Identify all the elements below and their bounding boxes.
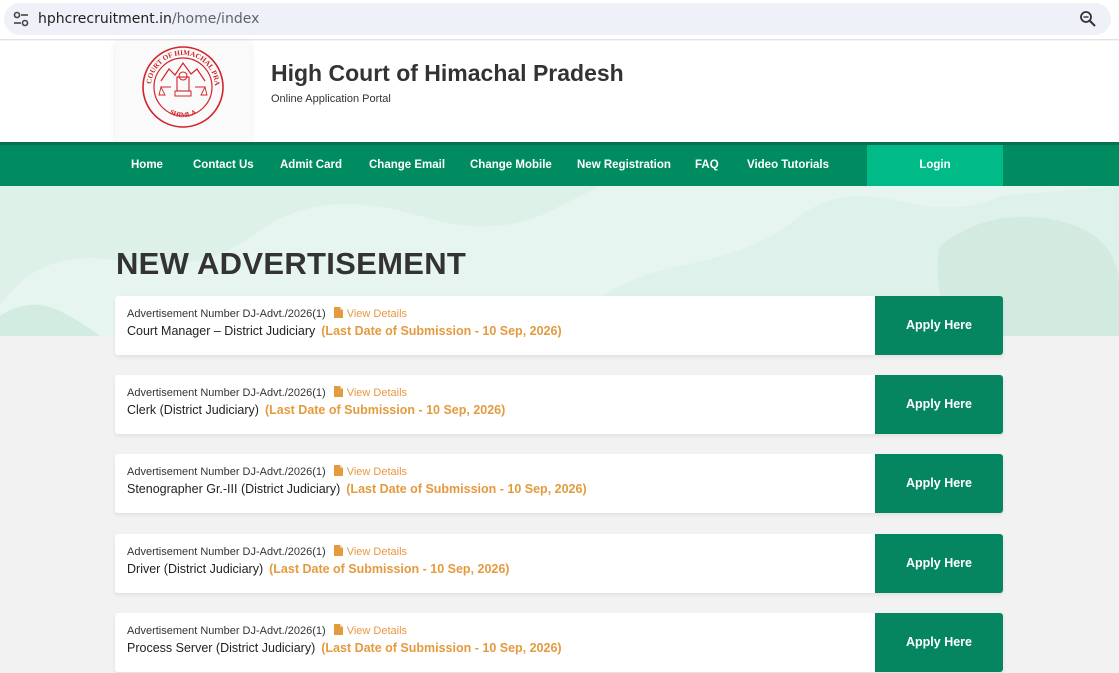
svg-text:HIGH COURT OF HIMACHAL PRADESH: HIGH COURT OF HIMACHAL PRADESH	[139, 43, 221, 87]
nav-faq[interactable]: FAQ	[695, 145, 719, 186]
post-line: Clerk (District Judiciary) (Last Date of …	[127, 403, 505, 417]
post-name: Court Manager – District Judiciary	[127, 324, 316, 338]
post-line: Court Manager – District Judiciary (Last …	[127, 324, 562, 338]
section-title: NEW ADVERTISEMENT	[116, 246, 467, 281]
pdf-file-icon	[333, 465, 343, 476]
post-line: Driver (District Judiciary) (Last Date of…	[127, 562, 509, 576]
site-info-icon[interactable]	[12, 10, 30, 28]
advertisement-number: Advertisement Number DJ-Advt./2026(1)	[127, 466, 326, 478]
view-details-label: View Details	[346, 466, 408, 478]
site-subtitle: Online Application Portal	[271, 93, 391, 105]
nav-video-tutorials[interactable]: Video Tutorials	[747, 145, 829, 186]
view-details-label: View Details	[346, 387, 408, 399]
login-button[interactable]: Login	[867, 145, 1003, 186]
post-name: Process Server (District Judiciary)	[127, 641, 316, 655]
url-host: hphcrecruitment.in	[38, 11, 172, 27]
apply-here-button[interactable]: Apply Here	[875, 534, 1003, 593]
url-text[interactable]: hphcrecruitment.in/home/index	[38, 11, 259, 27]
view-details-label: View Details	[346, 546, 408, 558]
advertisement-number-line: Advertisement Number DJ-Advt./2026(1) Vie…	[127, 386, 407, 399]
apply-here-button[interactable]: Apply Here	[875, 613, 1003, 672]
site-title: High Court of Himachal Pradesh	[271, 60, 624, 86]
advertisement-number: Advertisement Number DJ-Advt./2026(1)	[127, 308, 326, 320]
url-path: /home/index	[171, 11, 260, 27]
post-name: Clerk (District Judiciary)	[127, 403, 259, 417]
deadline: (Last Date of Submission - 10 Sep, 2026)	[346, 482, 587, 496]
post-line: Process Server (District Judiciary) (Last…	[127, 641, 562, 655]
address-bar[interactable]: hphcrecruitment.in/home/index	[4, 3, 1111, 35]
view-details-link[interactable]: View Details	[333, 386, 408, 399]
post-name: Stenographer Gr.-III (District Judiciary…	[127, 482, 341, 496]
view-details-link[interactable]: View Details	[333, 307, 408, 320]
pdf-file-icon	[333, 545, 343, 556]
advertisement-card: Advertisement Number DJ-Advt./2026(1) Vie…	[115, 296, 1003, 355]
nav-contact-us[interactable]: Contact Us	[193, 145, 254, 186]
deadline: (Last Date of Submission - 10 Sep, 2026)	[321, 324, 562, 338]
pdf-file-icon	[333, 386, 343, 397]
pdf-file-icon	[333, 307, 343, 318]
deadline: (Last Date of Submission - 10 Sep, 2026)	[269, 562, 510, 576]
deadline: (Last Date of Submission - 10 Sep, 2026)	[264, 403, 506, 417]
advertisement-card: Advertisement Number DJ-Advt./2026(1) Vie…	[115, 534, 1003, 593]
advertisement-card: Advertisement Number DJ-Advt./2026(1) Vie…	[115, 375, 1003, 434]
advertisement-number-line: Advertisement Number DJ-Advt./2026(1) Vie…	[127, 465, 407, 478]
main-nav: Home Contact Us Admit Card Change Email …	[0, 142, 1119, 186]
apply-here-button[interactable]: Apply Here	[875, 375, 1003, 434]
court-seal-icon: HIGH COURT OF HIMACHAL PRADESH SHIMLA	[139, 43, 224, 128]
advertisement-number-line: Advertisement Number DJ-Advt./2026(1) Vie…	[127, 624, 407, 637]
view-details-link[interactable]: View Details	[333, 465, 408, 478]
view-details-label: View Details	[346, 308, 408, 320]
deadline: (Last Date of Submission - 10 Sep, 2026)	[321, 641, 562, 655]
view-details-link[interactable]: View Details	[333, 545, 408, 558]
nav-change-mobile[interactable]: Change Mobile	[470, 145, 552, 186]
advertisement-card: Advertisement Number DJ-Advt./2026(1) Vie…	[115, 454, 1003, 513]
apply-here-button[interactable]: Apply Here	[875, 454, 1003, 513]
advertisement-number-line: Advertisement Number DJ-Advt./2026(1) Vie…	[127, 545, 407, 558]
advertisement-number: Advertisement Number DJ-Advt./2026(1)	[127, 387, 326, 399]
nav-home[interactable]: Home	[131, 145, 163, 186]
nav-admit-card[interactable]: Admit Card	[280, 145, 342, 186]
svg-text:SHIMLA: SHIMLA	[168, 108, 197, 119]
zoom-icon[interactable]	[1079, 10, 1097, 28]
post-name: Driver (District Judiciary)	[127, 562, 264, 576]
nav-new-registration[interactable]: New Registration	[577, 145, 671, 186]
post-line: Stenographer Gr.-III (District Judiciary…	[127, 482, 587, 496]
browser-toolbar: hphcrecruitment.in/home/index	[0, 0, 1119, 40]
nav-change-email[interactable]: Change Email	[369, 145, 445, 186]
apply-here-button[interactable]: Apply Here	[875, 296, 1003, 355]
pdf-file-icon	[333, 624, 343, 635]
advertisement-card: Advertisement Number DJ-Advt./2026(1) Vie…	[115, 613, 1003, 672]
site-header: HIGH COURT OF HIMACHAL PRADESH SHIMLA Hi…	[0, 41, 1119, 142]
advertisement-number-line: Advertisement Number DJ-Advt./2026(1) Vie…	[127, 307, 407, 320]
advertisement-number: Advertisement Number DJ-Advt./2026(1)	[127, 546, 326, 558]
logo[interactable]: HIGH COURT OF HIMACHAL PRADESH SHIMLA	[115, 41, 251, 142]
advertisement-number: Advertisement Number DJ-Advt./2026(1)	[127, 625, 326, 637]
view-details-link[interactable]: View Details	[333, 624, 408, 637]
view-details-label: View Details	[346, 625, 408, 637]
